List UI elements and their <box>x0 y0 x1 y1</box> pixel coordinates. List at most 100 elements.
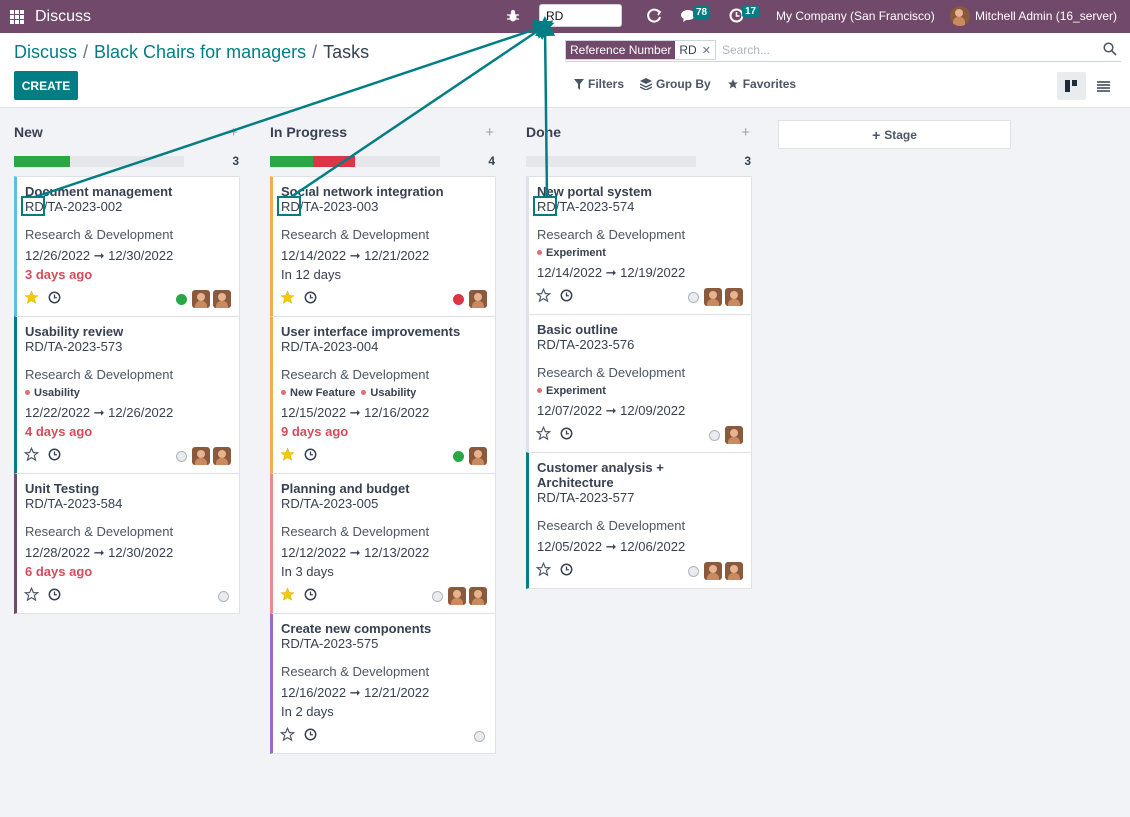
activity-clock-icon[interactable] <box>304 588 317 604</box>
kanban-state-dot[interactable] <box>176 293 187 305</box>
task-card[interactable]: New portal system RD/TA-2023-574 Researc… <box>526 176 752 315</box>
refresh-icon[interactable] <box>645 7 663 25</box>
assignee-avatar[interactable] <box>469 447 487 465</box>
star-empty-icon[interactable] <box>23 446 40 465</box>
messages-icon[interactable]: 78 <box>681 6 711 23</box>
task-card[interactable]: Document management RD/TA-2023-002 Resea… <box>14 176 240 317</box>
search-input[interactable]: Search... <box>722 43 1121 57</box>
column-progress-bar[interactable] <box>14 155 184 167</box>
search-icon[interactable] <box>1103 42 1117 59</box>
bug-icon[interactable] <box>506 9 520 23</box>
quick-create-plus-icon[interactable]: + <box>229 124 238 141</box>
assignee-avatar[interactable] <box>725 562 743 580</box>
star-filled-icon[interactable] <box>280 587 295 605</box>
star-empty-icon[interactable] <box>535 561 552 580</box>
card-title[interactable]: Usability review <box>25 324 231 339</box>
quick-create-plus-icon[interactable]: + <box>485 124 494 141</box>
assignee-avatar[interactable] <box>725 426 743 444</box>
breadcrumb-discuss[interactable]: Discuss <box>14 42 77 62</box>
kanban-state-dot[interactable] <box>688 565 699 577</box>
activity-clock-icon[interactable] <box>304 448 317 464</box>
assignee-avatar[interactable] <box>725 288 743 306</box>
card-title[interactable]: Customer analysis + Architecture <box>537 460 743 490</box>
star-empty-icon[interactable] <box>535 287 552 306</box>
task-card[interactable]: User interface improvements RD/TA-2023-0… <box>270 316 496 474</box>
activity-clock-icon[interactable] <box>48 588 61 604</box>
card-title[interactable]: Unit Testing <box>25 481 231 496</box>
progress-segment[interactable] <box>270 155 313 167</box>
app-brand[interactable]: Discuss <box>35 8 91 26</box>
task-card[interactable]: Create new components RD/TA-2023-575 Res… <box>270 613 496 754</box>
card-dates: 12/26/2022 ➞ 12/30/2022 <box>25 248 174 263</box>
company-switcher[interactable]: My Company (San Francisco) <box>776 9 935 23</box>
activity-clock-icon[interactable] <box>560 563 573 579</box>
assignee-avatar[interactable] <box>469 587 487 605</box>
star-empty-icon[interactable] <box>535 425 552 444</box>
star-filled-icon[interactable] <box>280 290 295 308</box>
kanban-state-dot[interactable] <box>453 450 464 462</box>
kanban-state-dot[interactable] <box>688 291 699 303</box>
assignee-avatar[interactable] <box>704 562 722 580</box>
apps-menu-icon[interactable] <box>10 9 24 24</box>
card-title[interactable]: New portal system <box>537 184 743 199</box>
filters-button[interactable]: Filters <box>574 77 624 91</box>
star-empty-icon[interactable] <box>279 726 296 745</box>
quick-create-plus-icon[interactable]: + <box>741 124 750 141</box>
assignee-avatar[interactable] <box>192 447 210 465</box>
add-stage-button[interactable]: + Stage <box>778 120 1011 149</box>
assignee-avatar[interactable] <box>469 290 487 308</box>
kanban-state-dot[interactable] <box>176 450 187 462</box>
kanban-state-dot[interactable] <box>432 590 443 602</box>
activity-clock-icon[interactable] <box>304 291 317 307</box>
task-card[interactable]: Planning and budget RD/TA-2023-005 Resea… <box>270 473 496 614</box>
facet-remove-icon[interactable]: ✕ <box>702 44 711 57</box>
kanban-state-dot[interactable] <box>453 293 464 305</box>
navbar-search-input[interactable] <box>539 4 622 27</box>
card-title[interactable]: User interface improvements <box>281 324 487 339</box>
breadcrumb-project[interactable]: Black Chairs for managers <box>94 42 306 62</box>
column-title[interactable]: In Progress <box>270 124 347 140</box>
list-view-button[interactable] <box>1090 72 1116 100</box>
star-empty-icon[interactable] <box>23 586 40 605</box>
progress-segment[interactable] <box>14 155 71 167</box>
task-card[interactable]: Social network integration RD/TA-2023-00… <box>270 176 496 317</box>
activity-clock-icon[interactable] <box>48 291 61 307</box>
column-progress-bar[interactable] <box>270 155 440 167</box>
favorites-button[interactable]: Favorites <box>727 77 796 91</box>
progress-segment[interactable] <box>312 155 355 167</box>
assignee-avatar[interactable] <box>192 290 210 308</box>
kanban-state-dot[interactable] <box>218 590 229 602</box>
user-avatar[interactable] <box>950 6 970 26</box>
assignee-avatar[interactable] <box>213 447 231 465</box>
card-title[interactable]: Basic outline <box>537 322 743 337</box>
task-card[interactable]: Usability review RD/TA-2023-573 Research… <box>14 316 240 474</box>
card-title[interactable]: Document management <box>25 184 231 199</box>
activity-clock-icon[interactable] <box>304 728 317 744</box>
column-progress-bar[interactable] <box>526 155 696 167</box>
task-card[interactable]: Customer analysis + Architecture RD/TA-2… <box>526 452 752 589</box>
star-filled-icon[interactable] <box>24 290 39 308</box>
card-project: Research & Development <box>537 365 686 380</box>
column-title[interactable]: Done <box>526 124 561 140</box>
card-title[interactable]: Social network integration <box>281 184 487 199</box>
column-title[interactable]: New <box>14 124 43 140</box>
user-menu[interactable]: Mitchell Admin (16_server) <box>975 9 1117 23</box>
activities-clock-icon[interactable]: 17 <box>729 5 760 23</box>
task-card[interactable]: Unit Testing RD/TA-2023-584 Research & D… <box>14 473 240 614</box>
group-by-button[interactable]: Group By <box>640 77 711 91</box>
activity-clock-icon[interactable] <box>560 289 573 305</box>
assignee-avatar[interactable] <box>448 587 466 605</box>
kanban-column: New +3 Document management RD/TA-2023-002… <box>14 118 240 614</box>
create-button[interactable]: CREATE <box>14 71 78 100</box>
assignee-avatar[interactable] <box>213 290 231 308</box>
activity-clock-icon[interactable] <box>48 448 61 464</box>
task-card[interactable]: Basic outline RD/TA-2023-576 Research & … <box>526 314 752 453</box>
activity-clock-icon[interactable] <box>560 427 573 443</box>
assignee-avatar[interactable] <box>704 288 722 306</box>
kanban-view-button[interactable] <box>1057 72 1086 100</box>
card-title[interactable]: Create new components <box>281 621 487 636</box>
card-title[interactable]: Planning and budget <box>281 481 487 496</box>
kanban-state-dot[interactable] <box>709 429 720 441</box>
star-filled-icon[interactable] <box>280 447 295 465</box>
kanban-state-dot[interactable] <box>474 730 485 742</box>
